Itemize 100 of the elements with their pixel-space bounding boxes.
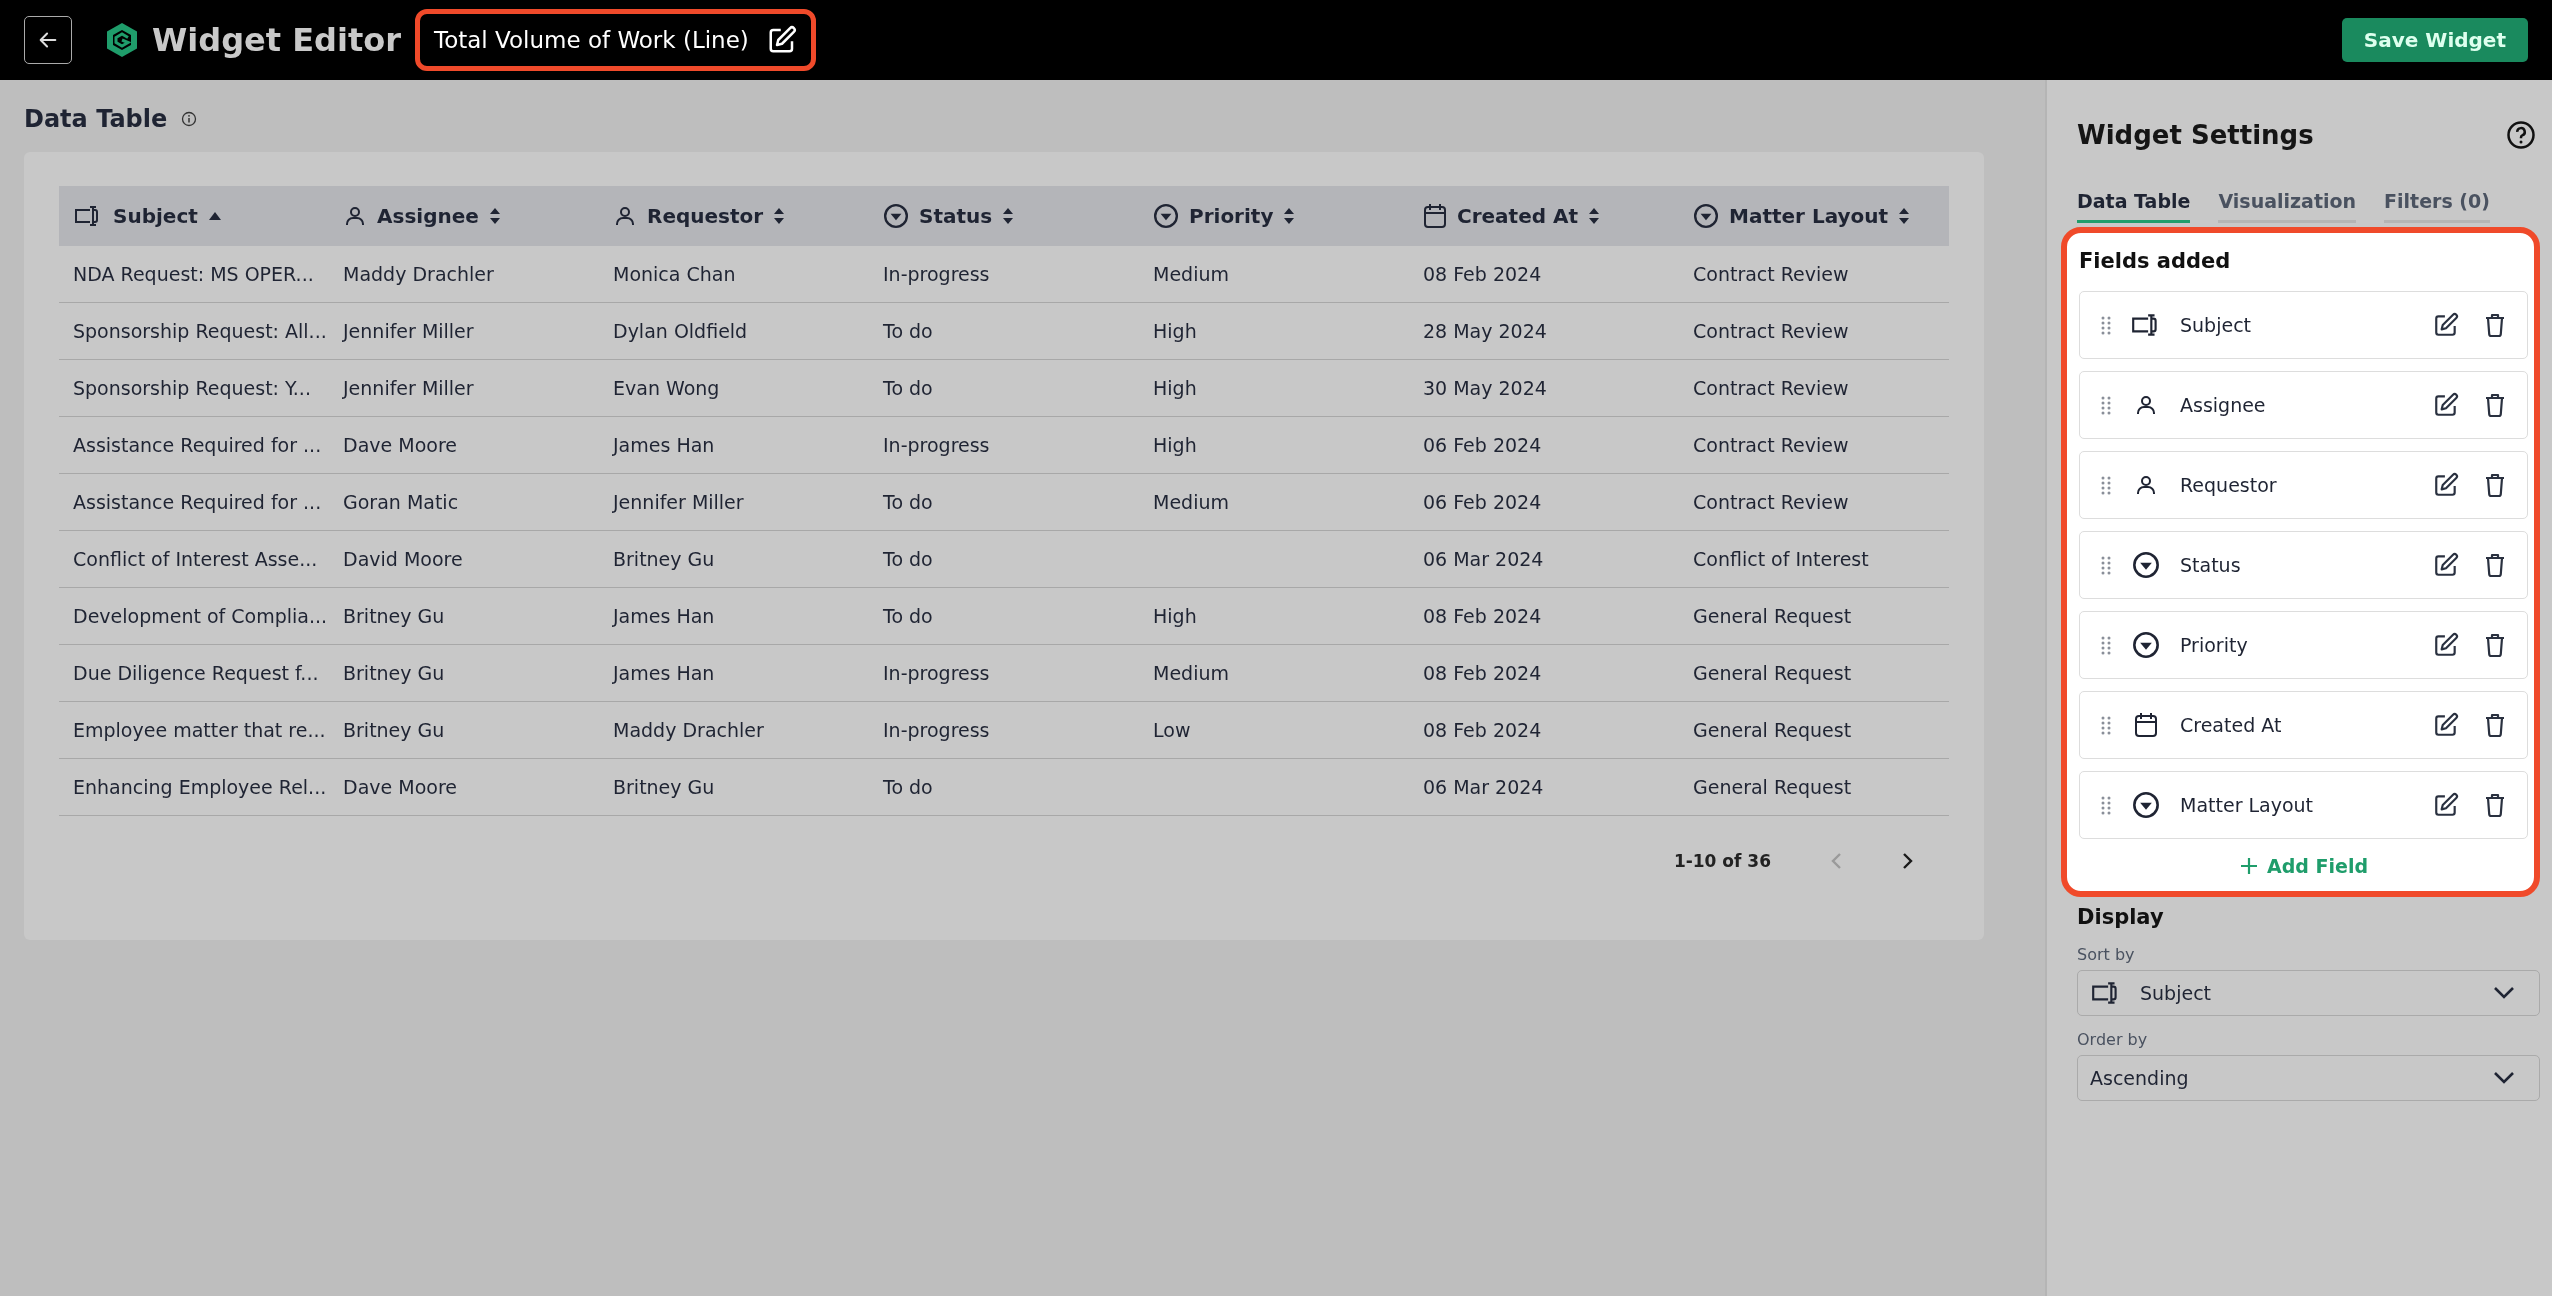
field-label: Requestor [2180,474,2278,496]
table-cell: Medium [1153,491,1229,513]
table-cell: Maddy Drachler [343,263,494,285]
save-widget-button[interactable]: Save Widget [2341,18,2528,62]
edit-icon[interactable] [2433,792,2459,818]
column-header[interactable]: Requestor [647,204,764,228]
column-header[interactable]: Priority [1189,204,1274,228]
column-header[interactable]: Subject [113,204,198,228]
table-cell: Dave Moore [343,434,457,456]
table-cell: To do [883,605,933,627]
order-by-label: Order by [2077,1030,2149,1049]
table-cell: Contract Review [1693,320,1849,342]
table-cell: Sponsorship Request: Y... [73,377,311,399]
trash-icon[interactable] [2483,472,2507,498]
sort-icon[interactable] [773,207,786,225]
edit-icon[interactable] [2433,712,2459,738]
table-cell: Maddy Drachler [613,719,764,741]
table-cell: To do [883,320,933,342]
table-cell: High [1153,320,1197,342]
edit-icon[interactable] [2433,552,2459,578]
table-cell: Contract Review [1693,263,1849,285]
table-cell: Assistance Required for ... [73,434,322,456]
table-cell: Contract Review [1693,434,1849,456]
table-cell: Enhancing Employee Rel... [73,776,327,798]
drag-handle-icon[interactable] [2100,715,2112,735]
edit-icon[interactable] [2433,392,2459,418]
table-cell: Low [1153,719,1191,741]
field-label: Created At [2180,714,2283,736]
column-header[interactable]: Assignee [377,204,479,228]
hexagon-logo-icon [104,21,140,59]
table-cell: In-progress [883,434,990,456]
column-header[interactable]: Status [919,204,993,228]
table-cell: James Han [613,605,715,627]
settings-tab[interactable]: Data Table [2077,190,2191,223]
circle-caret-down-icon [2132,551,2160,579]
trash-icon[interactable] [2483,792,2507,818]
trash-icon[interactable] [2483,312,2507,338]
drag-handle-icon[interactable] [2100,475,2112,495]
table-cell: In-progress [883,719,990,741]
person-icon [343,204,367,228]
table-cell: Sponsorship Request: All... [73,320,327,342]
sort-by-label: Sort by [2077,945,2136,964]
sort-icon[interactable] [1898,207,1911,225]
edit-icon[interactable] [2433,472,2459,498]
fields-title: Fields added [2079,249,2232,273]
column-header[interactable]: Created At [1457,204,1579,228]
sort-icon[interactable] [1283,207,1296,225]
order-by-select[interactable]: Ascending [2077,1055,2540,1101]
chevron-down-icon [2493,1071,2515,1085]
table-cell: Medium [1153,662,1229,684]
chevron-down-icon [2493,986,2515,1000]
table-cell: 06 Feb 2024 [1423,491,1542,513]
circle-caret-down-icon [1153,203,1179,229]
display-title: Display [2077,905,2165,929]
page-range: 1-10 of 36 [1673,851,1771,871]
trash-icon[interactable] [2483,552,2507,578]
widget-title: Total Volume of Work (Line) [434,27,749,53]
settings-tab[interactable]: Visualization [2218,190,2357,223]
field-label: Matter Layout [2180,794,2315,816]
sort-icon[interactable] [1002,207,1015,225]
sort-by-select[interactable]: Subject [2077,970,2540,1016]
drag-handle-icon[interactable] [2100,555,2112,575]
edit-icon[interactable] [2433,312,2459,338]
table-cell: Contract Review [1693,377,1849,399]
table-cell: Britney Gu [343,662,445,684]
table-cell: Development of Complia... [73,605,328,627]
table-cell: 08 Feb 2024 [1423,605,1542,627]
calendar-icon [2134,712,2158,738]
edit-icon[interactable] [766,25,797,55]
column-header[interactable]: Matter Layout [1729,204,1889,228]
help-icon[interactable] [2506,120,2536,150]
back-button[interactable] [24,16,72,64]
table-cell: 08 Feb 2024 [1423,662,1542,684]
table-cell: Medium [1153,263,1229,285]
sort-icon[interactable] [1588,207,1601,225]
edit-icon[interactable] [2433,632,2459,658]
table-cell: High [1153,605,1197,627]
field-label: Subject [2180,314,2253,336]
drag-handle-icon[interactable] [2100,315,2112,335]
field-label: Status [2180,554,2242,576]
trash-icon[interactable] [2483,712,2507,738]
person-icon [2134,393,2158,417]
table-cell: Conflict of Interest Asse... [73,548,318,570]
sort-ascending-icon[interactable] [207,211,222,221]
table-cell: General Request [1693,719,1852,741]
trash-icon[interactable] [2483,632,2507,658]
next-page-icon[interactable] [1901,851,1915,871]
table-cell: Assistance Required for ... [73,491,322,513]
drag-handle-icon[interactable] [2100,395,2112,415]
table-cell: Monica Chan [613,263,736,285]
info-icon[interactable] [181,111,198,127]
sort-icon[interactable] [488,207,501,225]
drag-handle-icon[interactable] [2100,635,2112,655]
table-cell: Britney Gu [343,719,445,741]
trash-icon[interactable] [2483,392,2507,418]
drag-handle-icon[interactable] [2100,795,2112,815]
table-cell: David Moore [343,548,463,570]
calendar-icon [1423,203,1447,229]
settings-tab[interactable]: Filters (0) [2384,190,2490,223]
table-cell: Britney Gu [613,776,715,798]
